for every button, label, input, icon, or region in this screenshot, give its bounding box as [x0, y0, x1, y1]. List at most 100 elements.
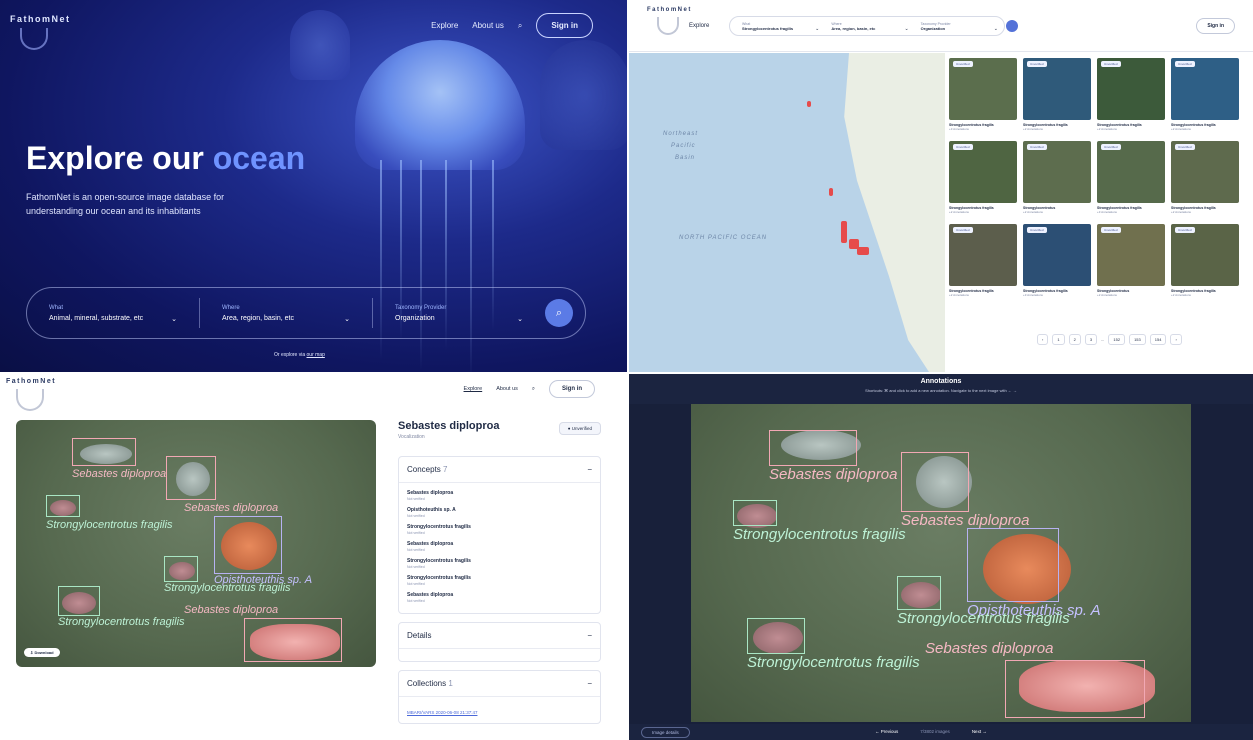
fathomnet-logo[interactable]: FathomNet — [6, 378, 56, 411]
bounding-box[interactable] — [244, 618, 342, 662]
search-submit-button[interactable]: ⌕ — [545, 299, 573, 327]
result-card[interactable]: Unverified Strongylocentrotus fragilis +2 … — [1171, 224, 1239, 297]
previous-button[interactable]: ← Previous — [875, 729, 898, 734]
image-details-button[interactable]: Image details — [641, 727, 690, 738]
bounding-box[interactable] — [164, 556, 198, 582]
bounding-box[interactable] — [901, 452, 969, 512]
download-button[interactable]: ⇩ Download — [24, 648, 60, 657]
concept-item[interactable]: Opisthoteuthis sp. A Not verified — [407, 507, 592, 518]
hero-title-accent: ocean — [212, 140, 306, 176]
bounding-box[interactable] — [1005, 660, 1145, 718]
result-thumbnail[interactable]: Unverified — [1171, 58, 1239, 120]
sign-in-button[interactable]: Sign in — [536, 13, 593, 38]
details-header[interactable]: Details − — [399, 623, 600, 649]
bounding-box[interactable] — [46, 495, 80, 517]
sign-in-button[interactable]: Sign in — [549, 380, 595, 398]
bounding-box[interactable] — [967, 528, 1059, 602]
page-2[interactable]: 2 — [1068, 334, 1081, 345]
result-card[interactable]: Unverified Strongylocentrotus fragilis +2 … — [1171, 58, 1239, 131]
collapse-icon[interactable]: − — [587, 679, 592, 688]
result-card[interactable]: Unverified Strongylocentrotus fragilis +3 … — [1097, 141, 1165, 214]
result-thumbnail[interactable]: Unverified — [1023, 141, 1091, 203]
what-field[interactable]: What Strongylocentrotus fragilis ⌄ — [736, 22, 825, 32]
bounding-box[interactable] — [733, 500, 777, 526]
prev-page-button[interactable]: ‹ — [1037, 334, 1049, 345]
observation-marker[interactable] — [807, 101, 811, 107]
page-3[interactable]: 3 — [1084, 334, 1098, 345]
collections-header[interactable]: Collections 1 − — [399, 671, 600, 697]
sign-in-button[interactable]: Sign in — [1196, 18, 1235, 34]
bounding-box[interactable] — [72, 438, 136, 466]
result-thumbnail[interactable]: Unverified — [1097, 58, 1165, 120]
concepts-header[interactable]: Concepts 7 − — [399, 457, 600, 483]
result-thumbnail[interactable]: Unverified — [949, 141, 1017, 203]
collapse-icon[interactable]: − — [587, 631, 592, 640]
bounding-box[interactable] — [214, 516, 282, 574]
what-field[interactable]: What Animal, mineral, substrate, etc ⌄ — [49, 305, 199, 323]
observation-marker[interactable] — [829, 188, 833, 196]
concept-item[interactable]: Strongylocentrotus fragilis Not verified — [407, 558, 592, 569]
result-thumbnail[interactable]: Unverified — [1023, 58, 1091, 120]
result-card[interactable]: Unverified Strongylocentrotus fragilis +2 … — [1023, 58, 1091, 131]
taxonomy-field[interactable]: Taxonomy Provider Organization ⌄ — [395, 305, 545, 323]
result-thumbnail[interactable]: Unverified — [949, 58, 1017, 120]
verification-badge[interactable]: ● Unverified — [558, 422, 601, 435]
concept-item[interactable]: Sebastes diploproa Not verified — [407, 541, 592, 552]
next-page-button[interactable]: › — [1170, 334, 1182, 345]
search-icon[interactable]: ⌕ — [532, 386, 535, 393]
where-field[interactable]: Where Area, region, basin, etc ⌄ — [825, 22, 914, 32]
result-thumbnail[interactable]: Unverified — [1097, 224, 1165, 286]
results-map[interactable]: Northeast Pacific Basin NORTH PACIFIC OC… — [629, 53, 945, 372]
concept-item[interactable]: Strongylocentrotus fragilis Not verified — [407, 524, 592, 535]
nav-about[interactable]: About us — [472, 21, 504, 30]
page-152[interactable]: 152 — [1108, 334, 1126, 345]
bounding-box[interactable] — [897, 576, 941, 610]
nav-explore[interactable]: Explore — [431, 21, 458, 30]
result-thumbnail[interactable]: Unverified — [949, 224, 1017, 286]
result-thumbnail[interactable]: Unverified — [1097, 141, 1165, 203]
collection-link[interactable]: MBARI/VARS 2020-06-08 21:37:47 — [407, 710, 477, 715]
fathomnet-logo[interactable]: FathomNet — [10, 14, 71, 50]
bounding-box[interactable] — [769, 430, 857, 466]
observation-marker[interactable] — [841, 221, 847, 243]
result-card[interactable]: Unverified Strongylocentrotus +2 Annotatio… — [1023, 141, 1091, 214]
result-thumbnail[interactable]: Unverified — [1171, 141, 1239, 203]
map-link[interactable]: our map — [307, 352, 325, 358]
bounding-box[interactable] — [58, 586, 100, 616]
result-card[interactable]: Unverified Strongylocentrotus fragilis +2 … — [949, 224, 1017, 297]
result-card[interactable]: Unverified Strongylocentrotus fragilis +2 … — [949, 141, 1017, 214]
bounding-box[interactable] — [747, 618, 805, 654]
nav-about[interactable]: About us — [496, 386, 518, 392]
annotated-image[interactable]: Sebastes diploproa Sebastes diploproa St… — [16, 420, 376, 667]
result-card[interactable]: Unverified Strongylocentrotus fragilis +3 … — [1023, 224, 1091, 297]
result-card[interactable]: Unverified Strongylocentrotus +2 Annotatio… — [1097, 224, 1165, 297]
annotation-canvas[interactable]: Sebastes diploproa Sebastes diploproa St… — [691, 404, 1191, 722]
where-field[interactable]: Where Area, region, basin, etc ⌄ — [222, 305, 372, 323]
fathomnet-logo[interactable]: FathomNet — [647, 7, 692, 35]
search-icon[interactable]: ⌕ — [518, 21, 522, 31]
taxonomy-field[interactable]: Taxonomy Provider Organization ⌄ — [915, 22, 1004, 32]
page-1[interactable]: 1 — [1052, 334, 1065, 345]
nav-explore[interactable]: Explore — [464, 386, 483, 392]
result-card[interactable]: Unverified Strongylocentrotus fragilis +3 … — [949, 58, 1017, 131]
page-153[interactable]: 153 — [1129, 334, 1146, 345]
brand-name: FathomNet — [10, 14, 71, 24]
concept-item[interactable]: Sebastes diploproa Not verified — [407, 490, 592, 501]
observation-marker[interactable] — [857, 247, 869, 255]
concept-item[interactable]: Strongylocentrotus fragilis Not verified — [407, 575, 592, 586]
result-thumbnail[interactable]: Unverified — [1023, 224, 1091, 286]
result-card[interactable]: Unverified Strongylocentrotus fragilis +2 … — [1097, 58, 1165, 131]
bounding-box[interactable] — [166, 456, 216, 500]
nav-explore[interactable]: Explore — [689, 23, 709, 29]
concept-name: Sebastes diploproa — [407, 592, 454, 598]
map-label: Pacific — [671, 143, 696, 149]
unverified-badge: Unverified — [1027, 144, 1047, 150]
next-button[interactable]: Next → — [972, 729, 987, 734]
search-submit-button[interactable] — [1006, 20, 1018, 32]
page-154[interactable]: 154 — [1149, 334, 1167, 345]
concept-item[interactable]: Sebastes diploproa Not verified — [407, 592, 592, 603]
collapse-icon[interactable]: − — [587, 465, 592, 474]
result-card[interactable]: Unverified Strongylocentrotus fragilis +2 … — [1171, 141, 1239, 214]
details-body — [399, 649, 600, 661]
result-thumbnail[interactable]: Unverified — [1171, 224, 1239, 286]
